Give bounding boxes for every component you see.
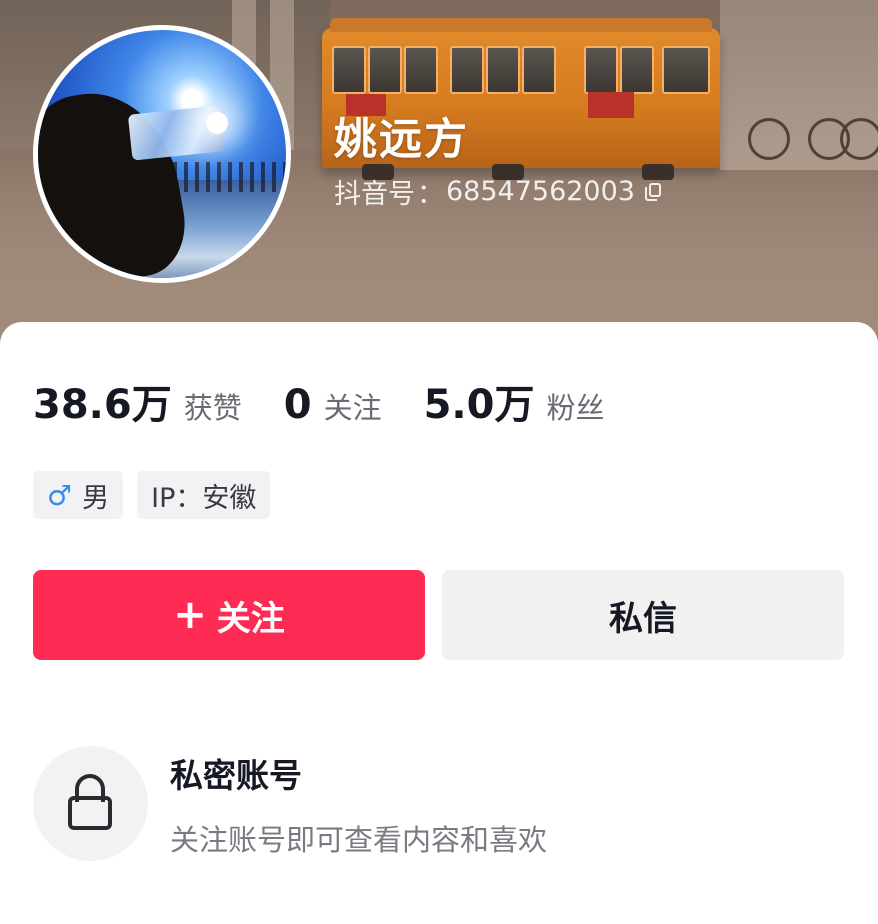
avatar-sun-flare — [206, 112, 228, 134]
private-account-subtitle: 关注账号即可查看内容和喜欢 — [170, 822, 548, 857]
ip-location-label: IP：安徽 — [151, 482, 257, 514]
username: 姚远方 — [334, 115, 469, 165]
background-bicycle — [840, 118, 878, 160]
stat-following[interactable]: 0 关注 — [284, 382, 382, 428]
douyin-id-separator: ： — [417, 179, 444, 210]
gender-tag: ♂ 男 — [33, 471, 124, 519]
stat-likes-label: 获赞 — [183, 391, 242, 425]
tram-window — [450, 46, 484, 94]
follow-button-label: 关注 — [216, 598, 285, 639]
message-button-label: 私信 — [609, 598, 677, 639]
gender-label: 男 — [82, 482, 110, 514]
private-account-title: 私密账号 — [170, 755, 302, 795]
male-icon: ♂ — [47, 478, 73, 512]
message-button[interactable]: 私信 — [442, 570, 844, 660]
stat-following-label: 关注 — [323, 391, 382, 425]
tram-window — [620, 46, 654, 94]
stat-likes[interactable]: 38.6万 获赞 — [33, 372, 242, 430]
tram-window — [332, 46, 366, 94]
tram-window — [522, 46, 556, 94]
stats-row: 38.6万 获赞 0 关注 5.0万 粉丝 — [33, 372, 646, 430]
profile-card: 38.6万 获赞 0 关注 5.0万 粉丝 ♂ 男 IP：安徽 + 关注 私信 — [0, 322, 878, 924]
douyin-id-value: 68547562003 — [446, 176, 635, 207]
background-bicycle — [748, 118, 790, 160]
stat-likes-value: 38.6万 — [33, 382, 172, 428]
tram-window — [368, 46, 402, 94]
douyin-id-row[interactable]: 抖音号： 68547562003 — [334, 172, 661, 211]
plus-icon: + — [173, 592, 207, 638]
tram-window — [486, 46, 520, 94]
stat-following-value: 0 — [283, 382, 312, 428]
follow-button[interactable]: + 关注 — [33, 570, 425, 660]
douyin-id-label: 抖音号 — [334, 179, 415, 210]
lock-icon — [33, 746, 148, 861]
ip-location-tag: IP：安徽 — [137, 471, 271, 519]
tram-sign — [588, 92, 634, 118]
stat-followers-label: 粉丝 — [546, 391, 605, 425]
copy-icon[interactable] — [644, 182, 661, 201]
tram-window — [584, 46, 618, 94]
tram-window — [662, 46, 710, 94]
private-account-text: 私密账号 关注账号即可查看内容和喜欢 — [170, 749, 547, 859]
stat-followers[interactable]: 5.0万 粉丝 — [424, 372, 605, 430]
tram-roof — [330, 18, 712, 32]
profile-tags: ♂ 男 IP：安徽 — [33, 471, 284, 519]
stat-followers-value: 5.0万 — [423, 382, 535, 428]
profile-banner: 姚远方 抖音号： 68547562003 — [0, 0, 878, 360]
lock-body — [68, 796, 112, 830]
avatar[interactable] — [33, 25, 291, 283]
private-account-notice: 私密账号 关注账号即可查看内容和喜欢 — [33, 746, 547, 861]
tram-window — [404, 46, 438, 94]
